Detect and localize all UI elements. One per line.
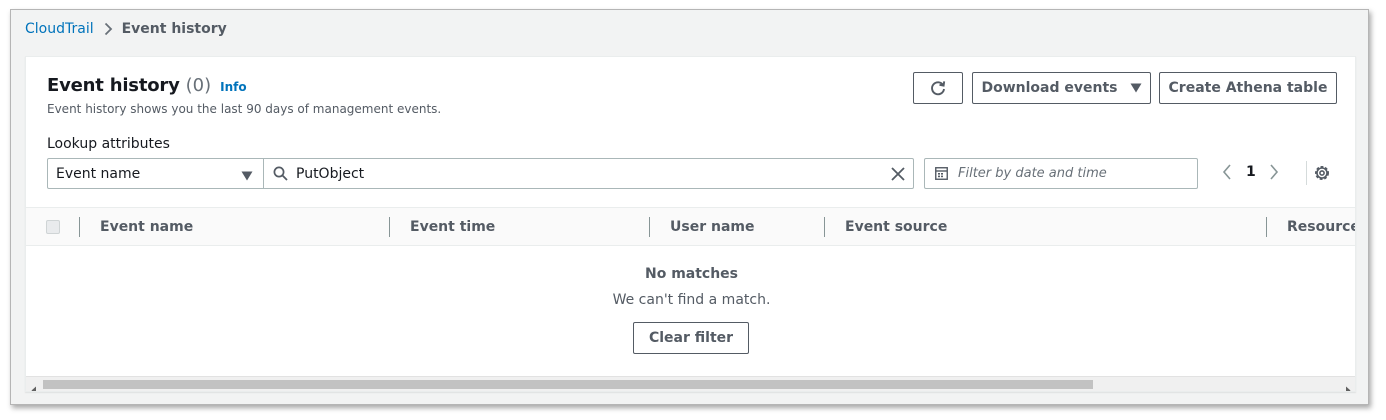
- caret-down-icon: [1130, 83, 1142, 93]
- lookup-value-input[interactable]: PutObject: [263, 158, 914, 189]
- breadcrumb: CloudTrail Event history: [25, 19, 227, 39]
- lookup-attribute-value: Event name: [56, 165, 141, 182]
- lookup-attributes-label: Lookup attributes: [47, 136, 170, 152]
- pagination: 1: [1222, 163, 1279, 181]
- refresh-icon: [929, 79, 947, 97]
- clear-filter-button[interactable]: Clear filter: [633, 322, 749, 354]
- column-header-event-source[interactable]: Event source: [845, 219, 947, 235]
- select-all-checkbox[interactable]: [46, 220, 60, 234]
- pagination-divider: [1306, 161, 1307, 185]
- empty-state-message: We can't find a match.: [612, 292, 771, 308]
- calendar-icon: [935, 167, 948, 180]
- column-resizer[interactable]: [1266, 217, 1267, 237]
- horizontal-scrollbar[interactable]: [26, 376, 1355, 391]
- panel-header: Event history (0) Info: [47, 75, 247, 96]
- next-page-icon[interactable]: [1269, 163, 1279, 181]
- column-header-user-name[interactable]: User name: [670, 219, 754, 235]
- empty-state-title: No matches: [644, 266, 739, 282]
- download-events-label: Download events: [981, 80, 1118, 96]
- date-time-filter[interactable]: Filter by date and time: [924, 158, 1198, 189]
- clear-icon[interactable]: [890, 166, 906, 182]
- chevron-right-icon: [104, 22, 113, 36]
- previous-page-icon[interactable]: [1222, 163, 1232, 181]
- column-resizer[interactable]: [649, 217, 650, 237]
- download-events-button[interactable]: Download events: [972, 72, 1151, 104]
- event-history-panel: Event history (0) Info Event history sho…: [25, 56, 1356, 392]
- column-divider: [79, 217, 80, 237]
- search-icon: [273, 166, 288, 181]
- scroll-left-icon[interactable]: [31, 380, 37, 391]
- create-athena-table-button[interactable]: Create Athena table: [1159, 72, 1337, 104]
- gear-icon[interactable]: [1313, 164, 1331, 182]
- info-link[interactable]: Info: [220, 80, 246, 94]
- breadcrumb-current: Event history: [121, 21, 227, 37]
- column-resizer[interactable]: [389, 217, 390, 237]
- column-header-event-time[interactable]: Event time: [410, 219, 495, 235]
- date-filter-placeholder: Filter by date and time: [958, 166, 1107, 181]
- lookup-attribute-select[interactable]: Event name: [47, 158, 264, 189]
- column-resizer[interactable]: [824, 217, 825, 237]
- breadcrumb-cloudtrail-link[interactable]: CloudTrail: [25, 21, 94, 37]
- table-header: Event name Event time User name Event so…: [26, 207, 1355, 246]
- column-header-resource-type[interactable]: Resource t: [1287, 219, 1355, 235]
- scrollbar-thumb[interactable]: [43, 380, 1093, 389]
- page-title: Event history: [47, 75, 180, 96]
- caret-down-icon: [241, 169, 253, 185]
- event-count: (0): [185, 75, 212, 96]
- refresh-button[interactable]: [913, 72, 963, 104]
- current-page-number[interactable]: 1: [1246, 164, 1256, 180]
- app-window: CloudTrail Event history Event history (…: [10, 9, 1369, 405]
- column-header-event-name[interactable]: Event name: [100, 219, 193, 235]
- page-description: Event history shows you the last 90 days…: [47, 102, 442, 116]
- lookup-value-text: PutObject: [296, 165, 365, 182]
- scroll-right-icon[interactable]: [1345, 380, 1351, 391]
